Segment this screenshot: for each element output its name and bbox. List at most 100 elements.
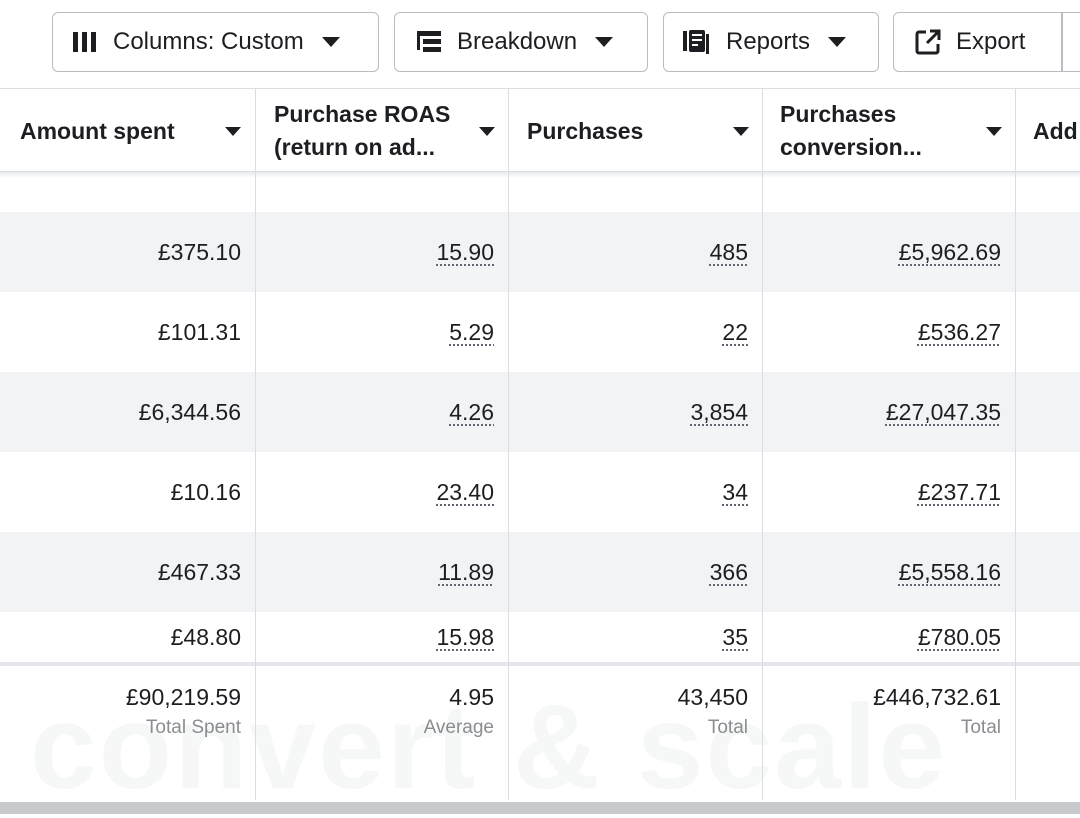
roas-cell[interactable]: 23.40	[256, 452, 508, 532]
columns-icon	[71, 28, 99, 56]
sort-caret-icon[interactable]	[733, 127, 749, 136]
purchases-value[interactable]: 35	[722, 624, 748, 651]
conversion-cell[interactable]: £780.05	[763, 592, 1015, 682]
total-value: 43,450	[677, 684, 748, 710]
total-value: £90,219.59	[125, 684, 241, 710]
amount-spent-cell: £6,344.56	[138, 398, 241, 425]
header-label: Amount spent	[20, 115, 215, 148]
sort-caret-icon[interactable]	[986, 127, 1002, 136]
total-label: Average	[423, 717, 494, 738]
conversion-value[interactable]: £5,962.69	[899, 239, 1001, 266]
purchases-cell[interactable]: 34	[509, 452, 762, 532]
column-divider	[762, 88, 763, 800]
total-value: £446,732.61	[873, 684, 1001, 710]
table-header: Amount spent Purchase ROAS (return on ad.…	[0, 88, 1080, 172]
purchases-value[interactable]: 366	[710, 559, 748, 586]
chevron-down-icon	[595, 37, 614, 47]
breakdown-label: Breakdown	[457, 28, 578, 55]
header-amount-spent[interactable]: Amount spent	[0, 89, 255, 173]
roas-cell[interactable]: 4.26	[256, 372, 508, 452]
roas-value[interactable]: 4.26	[449, 399, 494, 426]
header-purchase-roas[interactable]: Purchase ROAS (return on ad...	[254, 89, 509, 173]
table-row[interactable]: £6,344.56 4.26 3,854 £27,047.35	[0, 372, 1080, 452]
amount-spent-cell: £10.16	[170, 478, 241, 505]
roas-cell[interactable]: 15.98	[256, 592, 508, 682]
horizontal-scrollbar[interactable]	[0, 800, 1080, 818]
roas-cell[interactable]: 5.29	[256, 292, 508, 372]
table-row[interactable]: £101.31 5.29 22 £536.27	[0, 292, 1080, 372]
data-table: £375.10 15.90 485 £5,962.69 £101.31 5.29…	[0, 88, 1080, 800]
purchases-cell[interactable]: 35	[509, 592, 762, 682]
conversion-cell[interactable]: £27,047.35	[763, 372, 1015, 452]
roas-value[interactable]: 5.29	[449, 319, 494, 346]
scrollbar-thumb[interactable]	[0, 802, 1080, 814]
amount-spent-cell: £375.10	[157, 238, 241, 265]
header-line2: (return on ad...	[274, 134, 435, 160]
header-label: Add	[1033, 115, 1080, 148]
export-button[interactable]: Export	[893, 12, 1080, 72]
column-divider	[1015, 88, 1016, 800]
toolbar: Columns: Custom Breakdown Reports Export	[0, 0, 1080, 88]
sort-caret-icon[interactable]	[225, 127, 241, 136]
breakdown-icon	[415, 28, 443, 56]
header-line1: Purchases	[780, 101, 897, 127]
total-label: Total Spent	[145, 717, 241, 738]
roas-cell[interactable]: 15.90	[256, 212, 508, 292]
conversion-value[interactable]: £536.27	[918, 319, 1001, 346]
header-line1: Purchases	[527, 117, 644, 144]
total-purchases: 43,450 Total	[509, 670, 762, 750]
purchases-value[interactable]: 22	[722, 319, 748, 346]
totals-divider	[0, 662, 1080, 666]
table-row[interactable]: £48.80 15.98 35 £780.05	[0, 592, 1080, 662]
total-roas: 4.95 Average	[256, 670, 508, 750]
chevron-down-icon	[321, 37, 340, 47]
reports-button[interactable]: Reports	[663, 12, 879, 72]
conversion-value[interactable]: £237.71	[918, 479, 1001, 506]
conversion-value[interactable]: £27,047.35	[886, 399, 1001, 426]
table-row[interactable]: £10.16 23.40 34 £237.71	[0, 452, 1080, 532]
header-add[interactable]: Add	[1013, 89, 1080, 173]
conversion-cell[interactable]: £237.71	[763, 452, 1015, 532]
export-icon	[914, 28, 942, 56]
header-shadow	[0, 172, 1080, 178]
conversion-value[interactable]: £780.05	[918, 624, 1001, 651]
header-line2: conversion...	[780, 134, 922, 160]
column-divider	[255, 88, 256, 800]
header-line1: Amount spent	[20, 117, 175, 144]
amount-spent-cell: £48.80	[170, 623, 241, 650]
header-label: Purchases	[527, 115, 722, 148]
roas-value[interactable]: 15.90	[436, 239, 494, 266]
column-divider	[508, 88, 509, 800]
columns-label: Columns: Custom	[113, 28, 304, 55]
conversion-value[interactable]: £5,558.16	[899, 559, 1001, 586]
chevron-down-icon	[828, 37, 847, 47]
purchases-value[interactable]: 485	[710, 239, 748, 266]
amount-spent-cell: £101.31	[157, 318, 241, 345]
total-amount-spent: £90,219.59 Total Spent	[0, 670, 255, 750]
conversion-cell[interactable]: £536.27	[763, 292, 1015, 372]
purchases-value[interactable]: 34	[722, 479, 748, 506]
purchases-cell[interactable]: 485	[509, 212, 762, 292]
header-purchases-conversion[interactable]: Purchases conversion...	[760, 89, 1016, 173]
roas-value[interactable]: 23.40	[436, 479, 494, 506]
header-purchases[interactable]: Purchases	[507, 89, 763, 173]
total-conversion: £446,732.61 Total	[763, 670, 1015, 750]
header-label: Purchases conversion...	[780, 98, 975, 164]
header-line1: Purchase ROAS	[274, 101, 451, 127]
purchases-cell[interactable]: 3,854	[509, 372, 762, 452]
total-label: Total	[960, 717, 1001, 738]
roas-value[interactable]: 11.89	[438, 559, 494, 586]
conversion-cell[interactable]: £5,962.69	[763, 212, 1015, 292]
sort-caret-icon[interactable]	[479, 127, 495, 136]
purchases-value[interactable]: 3,854	[690, 399, 748, 426]
purchases-cell[interactable]: 22	[509, 292, 762, 372]
breakdown-button[interactable]: Breakdown	[394, 12, 648, 72]
export-label: Export	[956, 28, 1026, 55]
total-value: 4.95	[449, 684, 494, 710]
columns-button[interactable]: Columns: Custom	[52, 12, 379, 72]
table-row[interactable]: £375.10 15.90 485 £5,962.69	[0, 212, 1080, 292]
total-label: Total	[707, 717, 748, 738]
roas-value[interactable]: 15.98	[436, 624, 494, 651]
export-divider	[1061, 13, 1063, 71]
reports-icon	[682, 28, 710, 56]
